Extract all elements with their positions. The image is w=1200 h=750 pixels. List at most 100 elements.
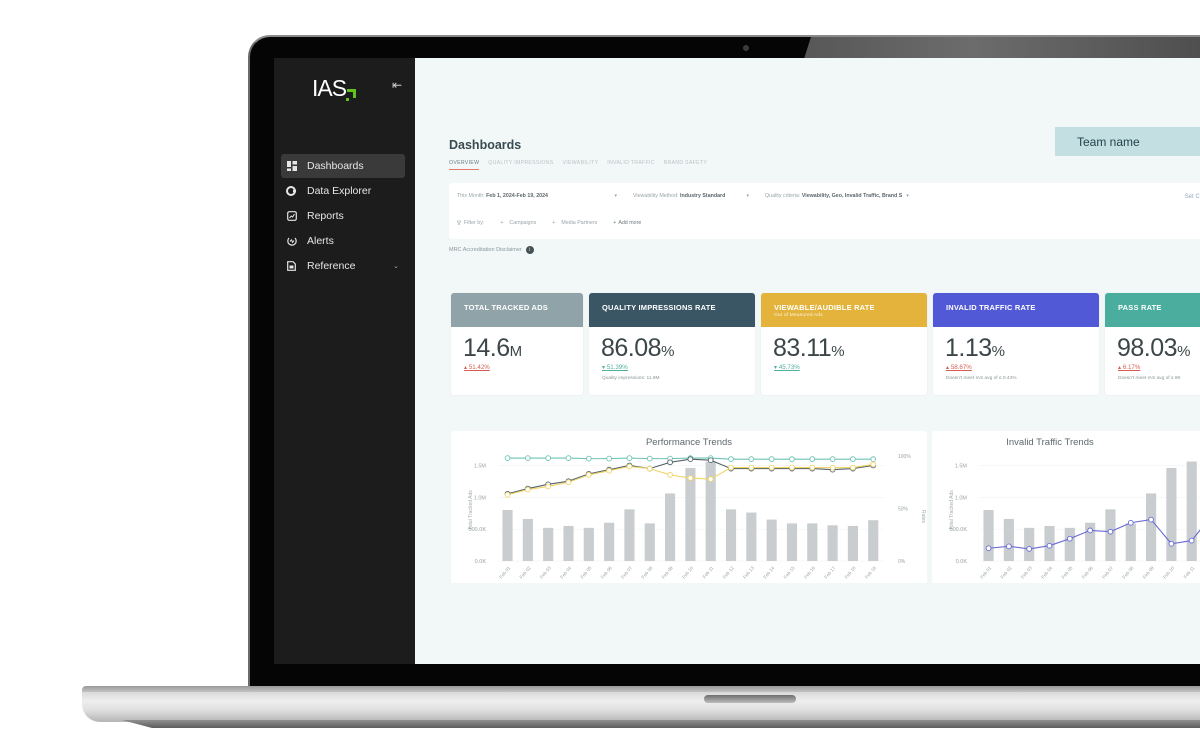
kpi-delta[interactable]: ▴ 58.67% (933, 361, 1099, 371)
series-point (1046, 542, 1053, 549)
kpi-note: Quality impressions: 11.9M (602, 376, 660, 381)
info-icon[interactable]: i (525, 246, 534, 254)
series-point (646, 455, 653, 462)
plus-icon: + (613, 220, 617, 226)
sidebar-item-data-explorer[interactable]: Data Explorer (281, 179, 405, 203)
viewability-label: Viewability Method: (633, 193, 679, 199)
x-tick-label: Feb 19 (864, 565, 877, 580)
sidebar-item-reference[interactable]: Reference ⌄ (281, 254, 405, 278)
sidebar-item-reports[interactable]: Reports (281, 204, 405, 228)
series-point (748, 456, 755, 463)
laptop-mockup: IAS ⇤ Dashboards Data Explorer Reports A (0, 0, 1200, 750)
sidebar: IAS ⇤ Dashboards Data Explorer Reports A (274, 58, 415, 664)
filter-by-text: Filter by: (464, 220, 485, 226)
kpi-header: VIEWABLE/AUDIBLE RATE Out of Measured Ads (761, 293, 927, 327)
kpi-card-pass-rate[interactable]: PASS RATE 98.03% ▴ 6.17% Doesn't meet IAS a… (1105, 293, 1200, 395)
kpi-card-total-tracked-ads[interactable]: TOTAL TRACKED ADS 14.6M ▴ 51.42% (451, 293, 583, 395)
kpi-delta[interactable]: ▾ 45.73% (761, 361, 927, 371)
tab-overview[interactable]: OVERVIEW (449, 160, 480, 170)
kpi-header: INVALID TRAFFIC RATE (933, 293, 1099, 327)
bar (983, 510, 994, 561)
kpi-delta[interactable]: ▴ 6.17% (1105, 361, 1200, 371)
kpi-note: Doesn't meet IAS avg of ≥ 98 (1118, 376, 1181, 381)
tab-quality-impressions[interactable]: QUALITY IMPRESSIONS (488, 160, 553, 170)
kpi-unit: % (661, 343, 675, 360)
sidebar-item-dashboards[interactable]: Dashboards (281, 154, 405, 178)
series-point (1006, 543, 1012, 550)
kpi-unit: M (509, 343, 523, 360)
kpi-delta[interactable]: ▾ 51.39% (589, 361, 755, 371)
series-point (626, 463, 633, 470)
x-tick-label: Feb 02 (519, 565, 532, 580)
kpi-unit: % (831, 343, 845, 360)
tab-brand-safety[interactable]: BRAND SAFETY (664, 160, 707, 170)
ias-logo[interactable]: IAS (312, 75, 357, 102)
series-point (565, 455, 572, 461)
add-more-filter[interactable]: + Add more (605, 216, 649, 230)
x-tick-label: Feb 05 (1061, 565, 1074, 580)
plus-icon: + (552, 220, 556, 226)
mrc-disclaimer[interactable]: MRC Accreditation Disclaimer i (449, 246, 534, 254)
kpi-delta-value: 45.73% (778, 364, 800, 371)
kpi-card-quality-impressions-rate[interactable]: QUALITY IMPRESSIONS RATE 86.08% ▾ 51.39% Qu… (589, 293, 755, 395)
sidebar-item-label: Alerts (307, 235, 334, 247)
sidebar-item-alerts[interactable]: Alerts (281, 229, 405, 253)
viewability-method-select[interactable]: Viewability Method: Industry Standard ▾ (625, 189, 757, 203)
kpi-delta-value: 51.42% (468, 364, 490, 371)
kpi-card-invalid-traffic-rate[interactable]: INVALID TRAFFIC RATE 1.13% ▴ 58.67% Doesn't… (933, 293, 1099, 395)
x-tick-label: Feb 07 (620, 565, 633, 580)
chevron-down-icon[interactable]: ⌄ (393, 262, 399, 270)
x-tick-label: Feb 08 (640, 565, 653, 580)
kpi-delta[interactable]: ▴ 51.42% (451, 361, 583, 371)
app-screen: IAS ⇤ Dashboards Data Explorer Reports A (274, 58, 1200, 664)
kpi-card-viewable-audible-rate[interactable]: VIEWABLE/AUDIBLE RATE Out of Measured Ads… (761, 293, 927, 395)
kpi-unit: % (1177, 343, 1191, 360)
bar (1166, 467, 1177, 561)
filter-row-chips: ∇ Filter by: + Campaigns + Media Partners +… (449, 216, 649, 230)
content-bottom-area (415, 583, 1200, 664)
grid-icon (286, 161, 297, 172)
kpi-value-wrap: 14.6M (451, 327, 583, 361)
series-point (545, 455, 552, 461)
bar (746, 512, 757, 561)
team-name-badge[interactable]: Team name (1055, 127, 1200, 156)
bar (502, 510, 513, 561)
series-point (1127, 519, 1134, 526)
kpi-header: PASS RATE (1105, 293, 1200, 327)
bar (1145, 493, 1157, 561)
chevron-down-icon: ▾ (614, 193, 617, 199)
campaigns-filter[interactable]: + Campaigns (492, 216, 544, 230)
media-partners-filter[interactable]: + Media Partners (544, 216, 605, 230)
quality-label: Quality criteria: (765, 193, 801, 199)
lid-opening-notch (704, 695, 796, 703)
y2-axis-label: Rates (920, 510, 926, 524)
bar (583, 527, 594, 561)
invalid-traffic-trends-chart: 0.0K500.0K1.0M1.5MTotal Tracked AdsFeb 0… (949, 461, 1200, 580)
series-point (829, 456, 836, 463)
add-more-text: Add more (618, 220, 642, 226)
date-range-select[interactable]: This Month: Feb 1, 2024-Feb 19, 2024 ▾ (449, 189, 625, 203)
x-tick-label: Feb 03 (539, 565, 552, 580)
x-tick-label: Feb 01 (979, 565, 992, 580)
kpi-value: 1.13 (945, 334, 992, 362)
collapse-left-icon[interactable]: ⇤ (392, 78, 402, 92)
series-point (748, 464, 755, 471)
x-tick-label: Feb 06 (600, 565, 613, 580)
quality-criteria-select[interactable]: Quality criteria: Viewability, Geo, Inva… (757, 189, 929, 203)
bar (827, 525, 838, 561)
tab-invalid-traffic[interactable]: INVALID TRAFFIC (607, 160, 655, 170)
kpi-cards: TOTAL TRACKED ADS 14.6M ▴ 51.42% QUALITY IM… (451, 293, 1200, 395)
filter-icon: ∇ (457, 220, 462, 227)
series-point (585, 455, 592, 462)
series-point (687, 475, 694, 481)
tab-viewability[interactable]: VIEWABILITY (563, 160, 599, 170)
set-custom-link[interactable]: Set Cu (1185, 194, 1200, 200)
alert-icon (286, 236, 297, 247)
x-tick-label: Feb 08 (1121, 565, 1134, 580)
series-point (1168, 540, 1175, 547)
kpi-delta-value: 6.17% (1122, 364, 1141, 371)
bar (664, 493, 676, 561)
bar (1125, 523, 1136, 561)
x-tick-label: Feb 11 (702, 565, 715, 579)
y2-tick-label: 50% (898, 507, 909, 513)
